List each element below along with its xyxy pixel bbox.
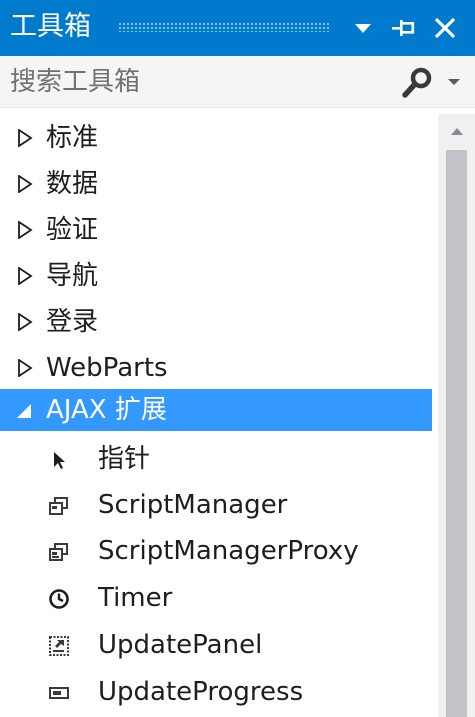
category-row[interactable]: 标准 [0,117,432,159]
category-row[interactable]: 导航 [0,255,432,297]
close-button[interactable] [428,10,462,46]
tool-item-script-manager-proxy[interactable]: ScriptManagerProxy [0,530,432,572]
category-row[interactable]: 验证 [0,209,432,251]
category-label: 验证 [46,215,99,245]
drag-grip[interactable] [118,22,330,32]
update-panel-icon [49,636,69,656]
script-manager-icon [49,497,68,515]
category-label: 数据 [46,169,99,199]
category-row[interactable]: 登录 [0,301,432,343]
category-row[interactable]: 数据 [0,163,432,205]
category-row-selected[interactable]: AJAX 扩展 [0,389,432,431]
category-label: 标准 [46,123,99,153]
category-label: 登录 [46,307,99,337]
tool-item-label: UpdatePanel [98,630,263,660]
search-input[interactable] [10,64,390,100]
category-label: 导航 [46,261,99,291]
toolbox-titlebar[interactable]: 工具箱 [0,0,475,56]
category-label: AJAX 扩展 [46,395,167,425]
update-progress-icon [49,687,69,699]
category-row[interactable]: WebParts [0,347,432,389]
vertical-scrollbar[interactable] [438,114,475,717]
script-manager-proxy-icon [49,543,68,561]
toolbox-tree: 标准 数据 验证 导航 登录 WebParts AJAX 扩展 指针 Scrip… [0,114,438,717]
timer-icon [49,589,69,609]
tool-item-update-progress[interactable]: UpdateProgress [0,671,432,713]
collapsed-arrow-icon [18,221,33,239]
tool-item-label: 指针 [98,444,151,474]
chevron-down-icon [448,79,460,85]
pin-icon [392,20,415,36]
search-icon [402,67,432,98]
close-icon [434,17,456,39]
tool-item-label: Timer [98,583,173,613]
tool-item-label: UpdateProgress [98,677,304,707]
expanded-arrow-icon [17,404,31,418]
arrow-up-icon [450,128,463,135]
scroll-thumb[interactable] [446,150,467,717]
scroll-up-button[interactable] [438,114,475,148]
tool-item-timer[interactable]: Timer [0,577,432,619]
collapsed-arrow-icon [18,267,33,285]
tool-item-label: ScriptManager [98,490,288,520]
collapsed-arrow-icon [18,175,33,193]
auto-hide-pin-button[interactable] [388,10,422,46]
category-label: WebParts [46,353,168,383]
window-title: 工具箱 [10,11,91,42]
search-bar [0,56,475,108]
collapsed-arrow-icon [18,359,33,377]
collapsed-arrow-icon [18,313,33,331]
pointer-icon [54,452,65,469]
caret-down-icon [355,24,371,33]
window-position-dropdown-button[interactable] [346,10,380,46]
collapsed-arrow-icon [18,129,33,147]
tool-item-pointer[interactable]: 指针 [0,438,432,480]
tool-item-update-panel[interactable]: UpdatePanel [0,624,432,666]
search-options-button[interactable] [400,64,466,100]
tool-item-label: ScriptManagerProxy [98,536,359,566]
tool-item-script-manager[interactable]: ScriptManager [0,484,432,526]
